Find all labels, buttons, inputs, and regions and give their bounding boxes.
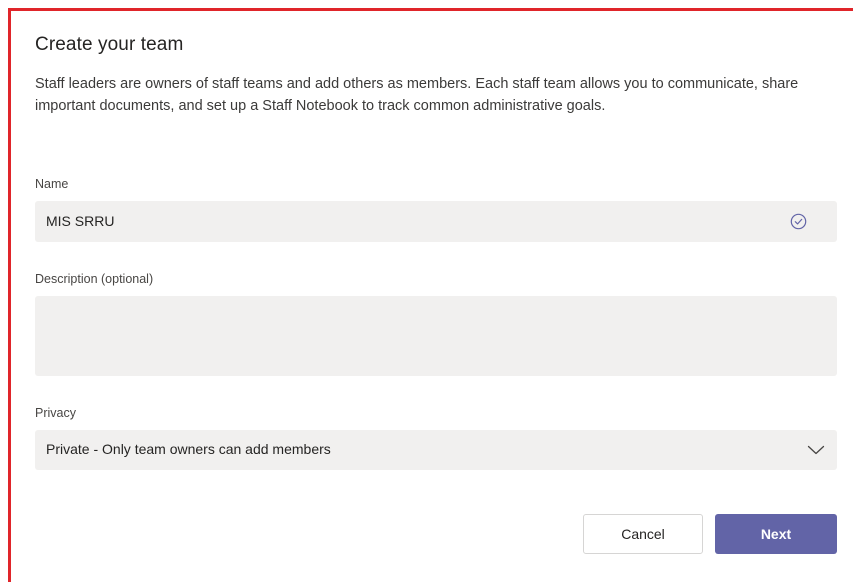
description-label: Description (optional) <box>35 272 154 286</box>
check-circle-icon <box>790 213 807 230</box>
privacy-selected-value: Private - Only team owners can add membe… <box>46 441 331 457</box>
create-team-dialog: Create your team Staff leaders are owner… <box>0 0 853 574</box>
dialog-description: Staff leaders are owners of staff teams … <box>35 76 799 114</box>
dialog-title: Create your team <box>35 34 184 55</box>
name-label: Name <box>35 177 69 191</box>
next-button[interactable]: Next <box>715 514 837 554</box>
privacy-select[interactable]: Private - Only team owners can add membe… <box>35 430 837 470</box>
cancel-button[interactable]: Cancel <box>583 514 703 554</box>
chevron-down-icon <box>807 445 825 455</box>
privacy-label: Privacy <box>35 406 76 420</box>
description-input[interactable] <box>35 296 837 376</box>
name-input-value: MIS SRRU <box>46 213 115 229</box>
name-input[interactable]: MIS SRRU <box>35 201 837 242</box>
